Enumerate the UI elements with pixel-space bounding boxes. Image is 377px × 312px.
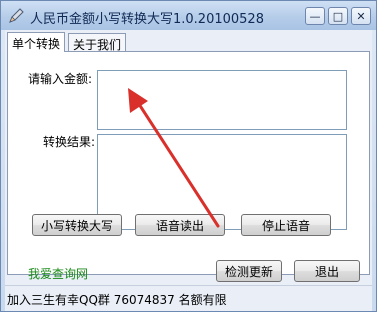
status-bar: 加入三生有幸QQ群 76074837 名额有限: [5, 285, 372, 311]
result-label: 转换结果:: [43, 135, 96, 149]
app-window: 人民币金额小写转换大写1.0.20100528 — □ ✕ 单个转换 关于我们 …: [0, 0, 377, 312]
close-button[interactable]: ✕: [351, 7, 371, 25]
convert-button[interactable]: 小写转换大写: [32, 214, 122, 236]
exit-button[interactable]: 退出: [294, 260, 360, 282]
title-bar[interactable]: 人民币金额小写转换大写1.0.20100528 — □ ✕: [1, 1, 376, 30]
pen-icon: [9, 8, 24, 23]
amount-input[interactable]: [97, 70, 347, 130]
input-label: 请输入金额:: [28, 72, 93, 86]
window-title: 人民币金额小写转换大写1.0.20100528: [30, 12, 264, 27]
check-update-button[interactable]: 检测更新: [216, 260, 282, 282]
minimize-button[interactable]: —: [305, 7, 325, 25]
stop-voice-button[interactable]: 停止语音: [241, 214, 331, 236]
read-aloud-button[interactable]: 语音读出: [135, 214, 225, 236]
maximize-icon: □: [332, 9, 344, 23]
close-icon: ✕: [356, 9, 366, 23]
tab-about-us[interactable]: 关于我们: [68, 33, 127, 52]
website-link[interactable]: 我爱查询网: [28, 265, 88, 282]
status-text: 加入三生有幸QQ群 76074837 名额有限: [7, 293, 227, 307]
tab-single-convert[interactable]: 单个转换: [7, 32, 66, 52]
maximize-button[interactable]: □: [328, 7, 348, 25]
client-area: 单个转换 关于我们 请输入金额: 转换结果: 小写转换大写 语音读出 停止语音 …: [5, 30, 372, 311]
minimize-icon: —: [309, 9, 321, 23]
